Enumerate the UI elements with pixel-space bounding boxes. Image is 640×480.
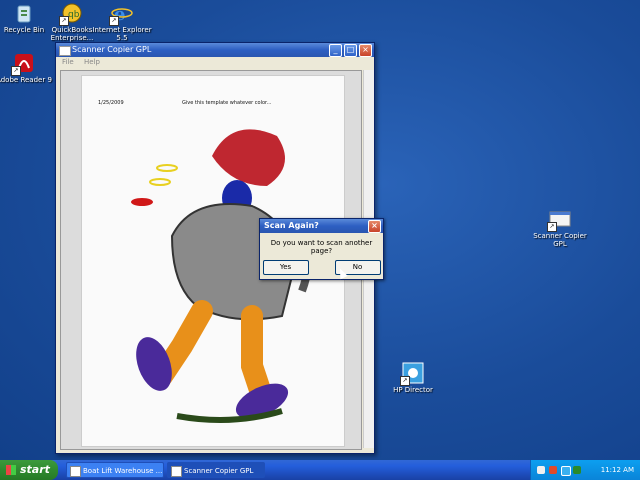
system-tray: 11:12 AM bbox=[530, 460, 640, 480]
scanner-copier-icon: ↗ bbox=[547, 208, 571, 232]
close-button[interactable]: × bbox=[359, 44, 372, 57]
network-tray-icon[interactable] bbox=[561, 466, 571, 476]
clock: 11:12 AM bbox=[600, 466, 634, 474]
start-label: start bbox=[20, 463, 50, 476]
task-label: Scanner Copier GPL bbox=[184, 467, 254, 475]
taskbar-item-scanner-copier[interactable]: Scanner Copier GPL bbox=[167, 462, 265, 478]
dialog-close-button[interactable]: × bbox=[368, 220, 381, 233]
scan-again-dialog[interactable]: Scan Again? × Do you want to scan anothe… bbox=[259, 218, 384, 280]
task-label: Boat Lift Warehouse ... bbox=[83, 467, 163, 475]
shortcut-arrow-icon: ↗ bbox=[59, 16, 69, 26]
desktop: Recycle Bin qb ↗ QuickBooks Enterprise..… bbox=[0, 0, 640, 460]
start-button[interactable]: start bbox=[0, 460, 58, 480]
desktop-icon-scanner-copier[interactable]: ↗ Scanner Copier GPL bbox=[528, 208, 592, 248]
maximize-button[interactable]: □ bbox=[344, 44, 357, 57]
taskbar-item-boat-lift[interactable]: Boat Lift Warehouse ... bbox=[66, 462, 164, 478]
security-tray-icon[interactable] bbox=[549, 466, 557, 474]
adobe-reader-icon: ↗ bbox=[11, 52, 35, 76]
svg-text:qb: qb bbox=[68, 10, 80, 20]
desktop-icon-label: Adobe Reader 9 bbox=[0, 76, 52, 84]
window-title: Scanner Copier GPL bbox=[72, 45, 152, 54]
menu-file[interactable]: File bbox=[62, 58, 74, 66]
dialog-message: Do you want to scan another page? bbox=[270, 239, 373, 255]
dialog-titlebar[interactable]: Scan Again? × bbox=[260, 219, 383, 233]
desktop-icon-label: HP Director bbox=[393, 386, 433, 394]
desktop-icon-hp-director[interactable]: ↗ HP Director bbox=[381, 362, 445, 394]
windows-logo-icon bbox=[6, 465, 16, 475]
shortcut-arrow-icon: ↗ bbox=[109, 16, 119, 26]
hp-director-icon: ↗ bbox=[400, 362, 424, 386]
menu-bar: File Help bbox=[56, 57, 374, 68]
menu-help[interactable]: Help bbox=[84, 58, 100, 66]
shortcut-arrow-icon: ↗ bbox=[11, 66, 21, 76]
help-tray-icon[interactable] bbox=[537, 466, 545, 474]
dialog-title: Scan Again? bbox=[264, 221, 319, 230]
shortcut-arrow-icon: ↗ bbox=[547, 222, 557, 232]
desktop-icon-label: Scanner Copier GPL bbox=[533, 232, 587, 248]
minimize-button[interactable]: _ bbox=[329, 44, 342, 57]
task-app-icon bbox=[171, 466, 182, 477]
task-app-icon bbox=[70, 466, 81, 477]
desktop-icon-adobe-reader[interactable]: ↗ Adobe Reader 9 bbox=[0, 52, 56, 84]
desktop-icon-internet-explorer[interactable]: e ↗ Internet Explorer 5.5 bbox=[90, 2, 154, 42]
app-icon bbox=[59, 46, 71, 56]
app-tray-icon[interactable] bbox=[573, 466, 581, 474]
recycle-bin-icon bbox=[13, 2, 35, 24]
desktop-icon-label: Internet Explorer 5.5 bbox=[92, 26, 152, 42]
taskbar: start Boat Lift Warehouse ... Scanner Co… bbox=[0, 460, 640, 480]
yes-button[interactable]: Yes bbox=[262, 260, 309, 275]
internet-explorer-icon: e ↗ bbox=[109, 2, 133, 26]
shortcut-arrow-icon: ↗ bbox=[400, 376, 410, 386]
quickbooks-icon: qb ↗ bbox=[59, 2, 83, 26]
window-titlebar[interactable]: Scanner Copier GPL _ □ × bbox=[56, 43, 374, 57]
